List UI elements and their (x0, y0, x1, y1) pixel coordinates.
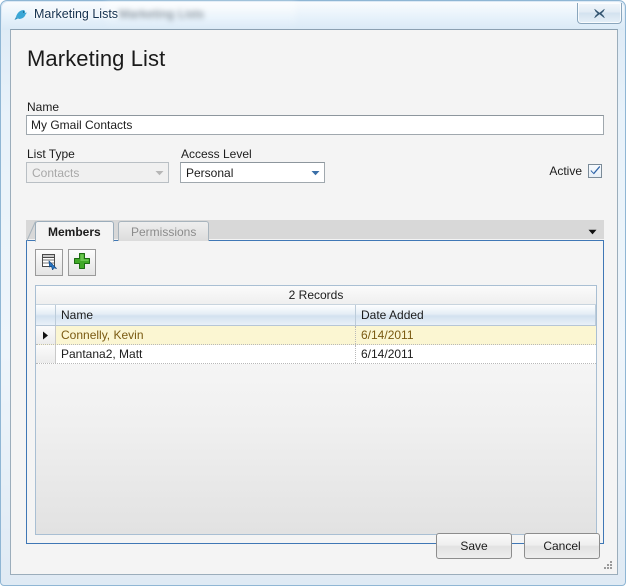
tab-members[interactable]: Members (35, 221, 114, 242)
cell-date-added: 6/14/2011 (361, 328, 414, 342)
tab-permissions-label: Permissions (131, 224, 197, 239)
add-record-button[interactable] (68, 249, 96, 276)
close-icon (593, 8, 606, 19)
active-field: Active (549, 164, 602, 178)
cell-name: Connelly, Kevin (56, 326, 356, 344)
save-button[interactable]: Save (436, 533, 512, 559)
name-label: Name (27, 100, 60, 114)
grid-header-indicator (36, 305, 56, 325)
dialog-client-area: Marketing List Name List Type Contacts A… (10, 29, 618, 575)
list-type-label: List Type (27, 147, 75, 161)
window-title: Marketing Lists (34, 7, 119, 21)
grid-record-count: 2 Records (36, 286, 596, 305)
application-window: Marketing Lists Marketing Lists Marketin… (0, 0, 626, 586)
chevron-down-icon (307, 163, 324, 182)
list-type-value: Contacts (32, 165, 80, 180)
access-level-value: Personal (186, 165, 234, 180)
name-input[interactable] (26, 115, 604, 135)
close-button[interactable] (577, 3, 622, 24)
members-tab-panel: 2 Records Name Date Added Connelly, Kevi… (26, 241, 604, 544)
cancel-button[interactable]: Cancel (524, 533, 600, 559)
table-row[interactable]: Pantana2, Matt 6/14/2011 (36, 345, 596, 364)
tab-permissions[interactable]: Permissions (118, 221, 210, 241)
list-type-dropdown: Contacts (26, 162, 169, 183)
members-toolbar (35, 249, 96, 276)
page-title: Marketing List (27, 46, 166, 71)
active-checkbox[interactable] (588, 164, 602, 178)
check-icon (590, 164, 601, 178)
members-grid: 2 Records Name Date Added Connelly, Kevi… (35, 285, 597, 535)
resize-grip[interactable] (602, 559, 614, 571)
grid-select-icon (40, 252, 58, 273)
tab-overflow-button[interactable] (584, 223, 600, 238)
access-level-dropdown[interactable]: Personal (180, 162, 325, 183)
background-window-title: Marketing Lists (119, 7, 205, 21)
cell-date-added: 6/14/2011 (361, 347, 414, 361)
chevron-down-icon (588, 224, 597, 238)
row-indicator (36, 326, 56, 344)
titlebar[interactable]: Marketing Lists Marketing Lists (1, 1, 626, 30)
tab-strip: Members Permissions (26, 220, 604, 242)
grid-header-row: Name Date Added (36, 305, 596, 326)
cell-name: Pantana2, Matt (56, 345, 356, 363)
bird-icon (13, 7, 29, 23)
table-row[interactable]: Connelly, Kevin 6/14/2011 (36, 326, 596, 345)
active-label: Active (549, 164, 582, 178)
tab-members-label: Members (48, 224, 101, 239)
chevron-down-icon (151, 163, 168, 182)
access-level-label: Access Level (181, 147, 252, 161)
select-records-button[interactable] (35, 249, 63, 276)
plus-icon (73, 252, 91, 273)
grid-header-name[interactable]: Name (56, 305, 356, 325)
grid-header-date-added[interactable]: Date Added (356, 305, 596, 325)
row-indicator (36, 345, 56, 363)
row-selected-arrow-icon (43, 331, 48, 339)
